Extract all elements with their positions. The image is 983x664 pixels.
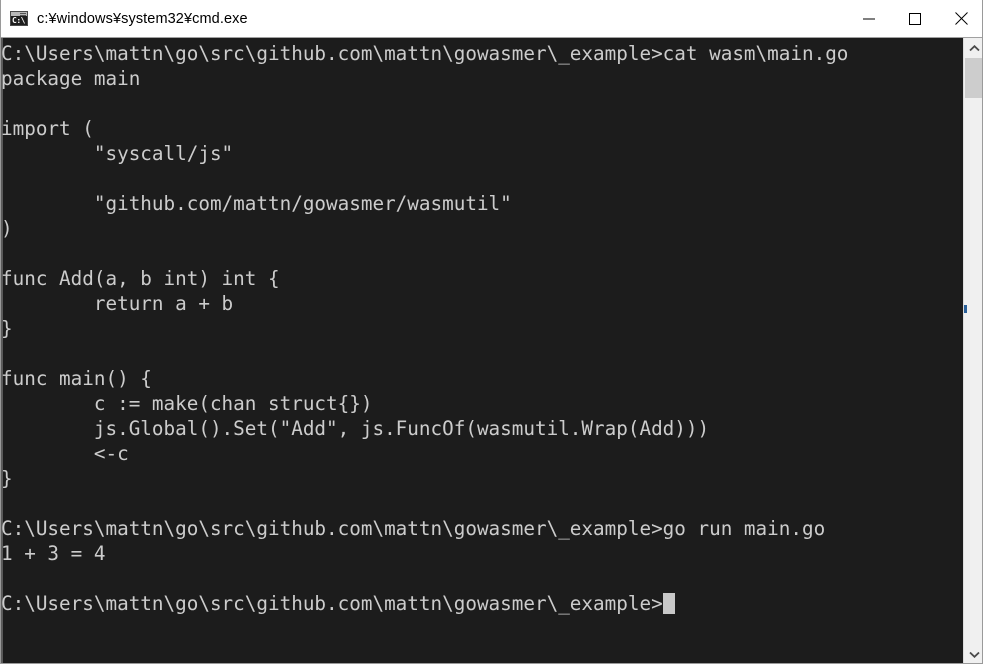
minimize-button[interactable] bbox=[846, 0, 892, 37]
scrollbar-track[interactable] bbox=[965, 58, 982, 645]
console-line: } bbox=[1, 466, 961, 491]
console-output-area[interactable]: C:\Users\mattn\go\src\github.com\mattn\g… bbox=[1, 37, 982, 663]
maximize-button[interactable] bbox=[892, 0, 938, 37]
chevron-down-icon bbox=[968, 651, 980, 658]
console-line: "github.com/mattn/gowasmer/wasmutil" bbox=[1, 191, 961, 216]
console-line-text: "github.com/mattn/gowasmer/wasmutil" bbox=[1, 192, 512, 215]
console-line-text: "syscall/js" bbox=[1, 142, 234, 165]
console-line: package main bbox=[1, 66, 961, 91]
icon-prompt-text: C:\ bbox=[12, 16, 25, 25]
maximize-icon bbox=[909, 12, 921, 25]
console-line: C:\Users\mattn\go\src\github.com\mattn\g… bbox=[1, 591, 961, 616]
console-line-text: C:\Users\mattn\go\src\github.com\mattn\g… bbox=[1, 592, 663, 615]
console-line: func Add(a, b int) int { bbox=[1, 266, 961, 291]
vertical-scrollbar[interactable] bbox=[963, 38, 982, 663]
close-icon bbox=[954, 12, 968, 25]
console-line: c := make(chan struct{}) bbox=[1, 391, 961, 416]
console-line-text: c := make(chan struct{}) bbox=[1, 392, 373, 415]
console-line-text: } bbox=[1, 317, 13, 340]
console-line-text: func Add(a, b int) int { bbox=[1, 267, 280, 290]
scrollbar-thumb[interactable] bbox=[965, 58, 982, 98]
console-line-text: package main bbox=[1, 67, 141, 90]
console-line-text: import ( bbox=[1, 117, 94, 140]
close-button[interactable] bbox=[938, 0, 982, 37]
console-line: js.Global().Set("Add", js.FuncOf(wasmuti… bbox=[1, 416, 961, 441]
console-line-text: 1 + 3 = 4 bbox=[1, 542, 106, 565]
console-line: } bbox=[1, 316, 961, 341]
console-line: ) bbox=[1, 216, 961, 241]
console-line: <-c bbox=[1, 441, 961, 466]
console-line-text: ) bbox=[1, 217, 13, 240]
console-line-text: js.Global().Set("Add", js.FuncOf(wasmuti… bbox=[1, 417, 710, 440]
cmd-window: C:\ c:¥windows¥system32¥cmd.exe C:\Users… bbox=[0, 0, 983, 664]
minimize-icon bbox=[863, 18, 875, 19]
console-line: C:\Users\mattn\go\src\github.com\mattn\g… bbox=[1, 516, 961, 541]
console-line-text: } bbox=[1, 467, 13, 490]
window-controls bbox=[846, 0, 982, 37]
console-line: "syscall/js" bbox=[1, 141, 961, 166]
title-bar[interactable]: C:\ c:¥windows¥system32¥cmd.exe bbox=[1, 0, 982, 37]
console-line-text: return a + b bbox=[1, 292, 234, 315]
window-title: c:¥windows¥system32¥cmd.exe bbox=[37, 10, 248, 27]
console-line-text: C:\Users\mattn\go\src\github.com\mattn\g… bbox=[1, 517, 826, 540]
console-line: C:\Users\mattn\go\src\github.com\mattn\g… bbox=[1, 41, 961, 66]
console-text[interactable]: C:\Users\mattn\go\src\github.com\mattn\g… bbox=[1, 38, 961, 663]
console-line: import ( bbox=[1, 116, 961, 141]
console-line: return a + b bbox=[1, 291, 961, 316]
console-line: 1 + 3 = 4 bbox=[1, 541, 961, 566]
scrollbar-highlight-artifact bbox=[964, 305, 967, 313]
console-line-text: <-c bbox=[1, 442, 129, 465]
console-line-text: func main() { bbox=[1, 367, 152, 390]
text-cursor bbox=[662, 593, 675, 614]
cmd-console-icon: C:\ bbox=[10, 11, 28, 26]
console-line: func main() { bbox=[1, 366, 961, 391]
scroll-down-button[interactable] bbox=[964, 645, 982, 663]
chevron-up-icon bbox=[968, 45, 980, 52]
console-line-text: C:\Users\mattn\go\src\github.com\mattn\g… bbox=[1, 42, 849, 65]
scroll-up-button[interactable] bbox=[964, 39, 982, 58]
